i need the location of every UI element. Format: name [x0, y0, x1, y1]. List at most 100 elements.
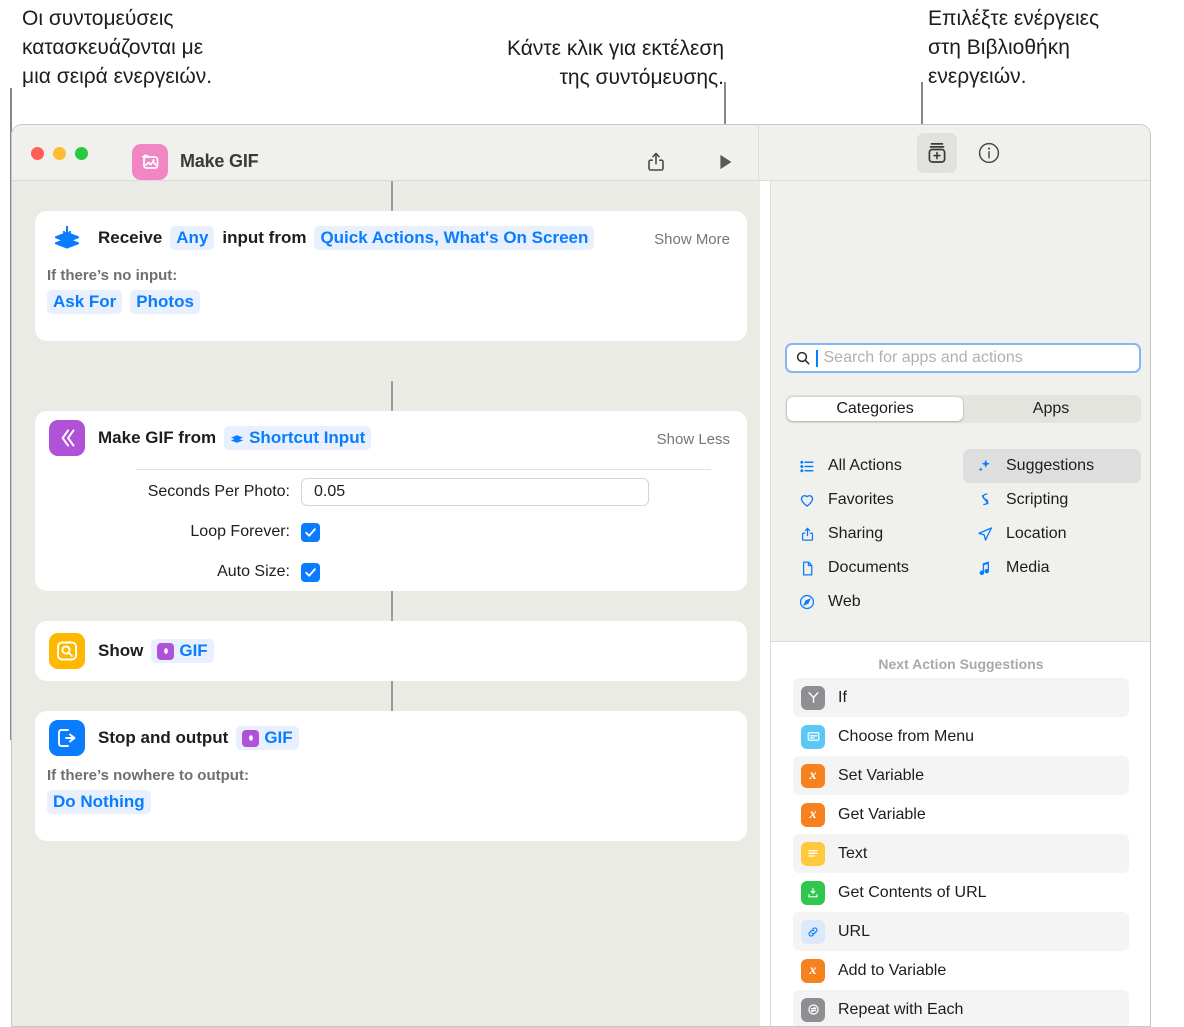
receive-input-icon	[49, 220, 85, 256]
action-library-panel: Search for apps and actions Categories A…	[770, 133, 1150, 1026]
action-card-show[interactable]: Show GIF	[35, 621, 747, 681]
suggestion-row-add-to-variable[interactable]: x Add to Variable	[793, 951, 1129, 990]
variable-x-icon: x	[801, 958, 825, 983]
close-button[interactable]	[31, 147, 44, 160]
action-token-shortcut-input[interactable]: Shortcut Input	[224, 426, 372, 450]
tab-categories[interactable]: Categories	[787, 397, 963, 421]
text-caret	[816, 349, 818, 367]
suggestion-row-set-variable[interactable]: x Set Variable	[793, 756, 1129, 795]
download-box-icon	[801, 880, 825, 905]
action-title: Show	[98, 641, 144, 660]
nowhere-to-output-pill-row: Do Nothing	[39, 790, 747, 814]
run-button[interactable]	[705, 142, 745, 182]
show-result-icon	[49, 633, 85, 669]
tab-apps[interactable]: Apps	[963, 397, 1139, 421]
auto-size-checkbox[interactable]	[301, 562, 320, 582]
action-header-row: Show GIF	[35, 621, 747, 681]
action-card-make-gif[interactable]: Make GIF from Shortcut Input Show Less S…	[35, 411, 747, 591]
share-button[interactable]	[636, 142, 676, 182]
make-gif-icon	[49, 420, 85, 456]
category-label: Suggestions	[1006, 457, 1095, 474]
connector-line	[391, 181, 393, 211]
param-label: Seconds Per Photo:	[147, 483, 290, 500]
category-label: Scripting	[1006, 491, 1069, 508]
titlebar-divider	[758, 124, 759, 181]
shortcut-canvas[interactable]: Receive Any input from Quick Actions, Wh…	[12, 181, 760, 1026]
suggestion-row-url[interactable]: URL	[793, 912, 1129, 951]
info-button[interactable]	[969, 133, 1009, 173]
param-label: Auto Size:	[217, 563, 290, 580]
token-label: GIF	[264, 728, 293, 747]
suggestion-label: Repeat with Each	[838, 1000, 964, 1018]
category-label: All Actions	[828, 457, 902, 474]
stop-and-output-icon	[49, 720, 85, 756]
music-note-icon	[975, 559, 995, 577]
action-card-stop-and-output[interactable]: Stop and output GIF If there’s nowhere t…	[35, 711, 747, 841]
document-icon	[797, 560, 817, 577]
suggestions-list[interactable]: Next Action Suggestions If Choose from M…	[771, 642, 1150, 1026]
action-header-row: Stop and output GIF	[35, 711, 747, 765]
pill-ask-for[interactable]: Ask For	[47, 290, 123, 314]
annotation-right: Επιλέξτε ενέργειες στη Βιβλιοθήκη ενεργε…	[928, 7, 1100, 88]
action-token-input-source[interactable]: Quick Actions, What's On Screen	[314, 226, 595, 250]
token-label: GIF	[179, 641, 208, 660]
zoom-button[interactable]	[75, 147, 88, 160]
suggestion-row-if[interactable]: If	[793, 678, 1129, 717]
if-branch-icon	[801, 685, 825, 710]
suggestion-row-choose-from-menu[interactable]: Choose from Menu	[793, 717, 1129, 756]
suggestion-label: Get Variable	[838, 805, 926, 823]
variable-x-icon: x	[801, 802, 825, 827]
action-title: Stop and output	[98, 728, 229, 747]
category-label: Documents	[828, 559, 909, 576]
category-media[interactable]: Media	[963, 551, 1141, 585]
search-bar[interactable]: Search for apps and actions	[785, 343, 1141, 373]
category-sharing[interactable]: Sharing	[785, 517, 963, 551]
photos-stack-icon	[141, 154, 159, 169]
no-input-label: If there’s no input:	[47, 267, 178, 284]
category-label: Location	[1006, 525, 1067, 542]
action-header-row: Receive Any input from Quick Actions, Wh…	[35, 211, 747, 265]
action-connector-word: input from	[222, 228, 307, 247]
minimize-button[interactable]	[53, 147, 66, 160]
category-suggestions[interactable]: Suggestions	[963, 449, 1141, 483]
category-label: Media	[1006, 559, 1050, 576]
action-title: Receive	[98, 228, 163, 247]
suggestion-label: Choose from Menu	[838, 727, 975, 745]
action-library-button[interactable]	[917, 133, 957, 173]
seconds-per-photo-input[interactable]: 0.05	[301, 478, 649, 506]
action-token-gif-variable[interactable]: GIF	[151, 639, 214, 663]
category-documents[interactable]: Documents	[785, 551, 963, 585]
suggestion-label: Add to Variable	[838, 961, 947, 979]
show-more-toggle[interactable]: Show More	[654, 231, 730, 248]
action-token-input-type[interactable]: Any	[170, 226, 215, 250]
suggestion-row-get-variable[interactable]: x Get Variable	[793, 795, 1129, 834]
category-all-actions[interactable]: All Actions	[785, 449, 963, 483]
suggestion-label: URL	[838, 922, 871, 940]
action-card-receive[interactable]: Receive Any input from Quick Actions, Wh…	[35, 211, 747, 341]
nowhere-to-output-label: If there’s nowhere to output:	[47, 767, 249, 784]
category-web[interactable]: Web	[785, 585, 963, 619]
heart-icon	[797, 491, 817, 509]
repeat-icon	[801, 997, 825, 1022]
suggestion-label: Text	[838, 844, 868, 862]
category-scripting[interactable]: Scripting	[963, 483, 1141, 517]
suggestion-row-get-contents-of-url[interactable]: Get Contents of URL	[793, 873, 1129, 912]
action-token-gif-variable[interactable]: GIF	[236, 726, 299, 750]
loop-forever-checkbox[interactable]	[301, 522, 320, 542]
suggestion-row-text[interactable]: Text	[793, 834, 1129, 873]
pill-do-nothing[interactable]: Do Nothing	[47, 790, 151, 814]
param-label: Loop Forever:	[190, 523, 290, 540]
category-label: Sharing	[828, 525, 884, 542]
category-favorites[interactable]: Favorites	[785, 483, 963, 517]
library-mode-segmented-control[interactable]: Categories Apps	[785, 395, 1141, 423]
suggestion-row-repeat-with-each[interactable]: Repeat with Each	[793, 990, 1129, 1026]
suggestion-label: If	[838, 688, 847, 706]
pill-photos[interactable]: Photos	[130, 290, 200, 314]
annotation-left: Οι συντομεύσεις κατασκευάζονται με μια σ…	[22, 7, 213, 88]
compass-icon	[797, 593, 817, 611]
text-lines-icon	[801, 841, 825, 866]
category-location[interactable]: Location	[963, 517, 1141, 551]
link-icon	[801, 919, 825, 944]
show-less-toggle[interactable]: Show Less	[657, 431, 730, 448]
search-input[interactable]: Search for apps and actions	[785, 343, 1141, 373]
